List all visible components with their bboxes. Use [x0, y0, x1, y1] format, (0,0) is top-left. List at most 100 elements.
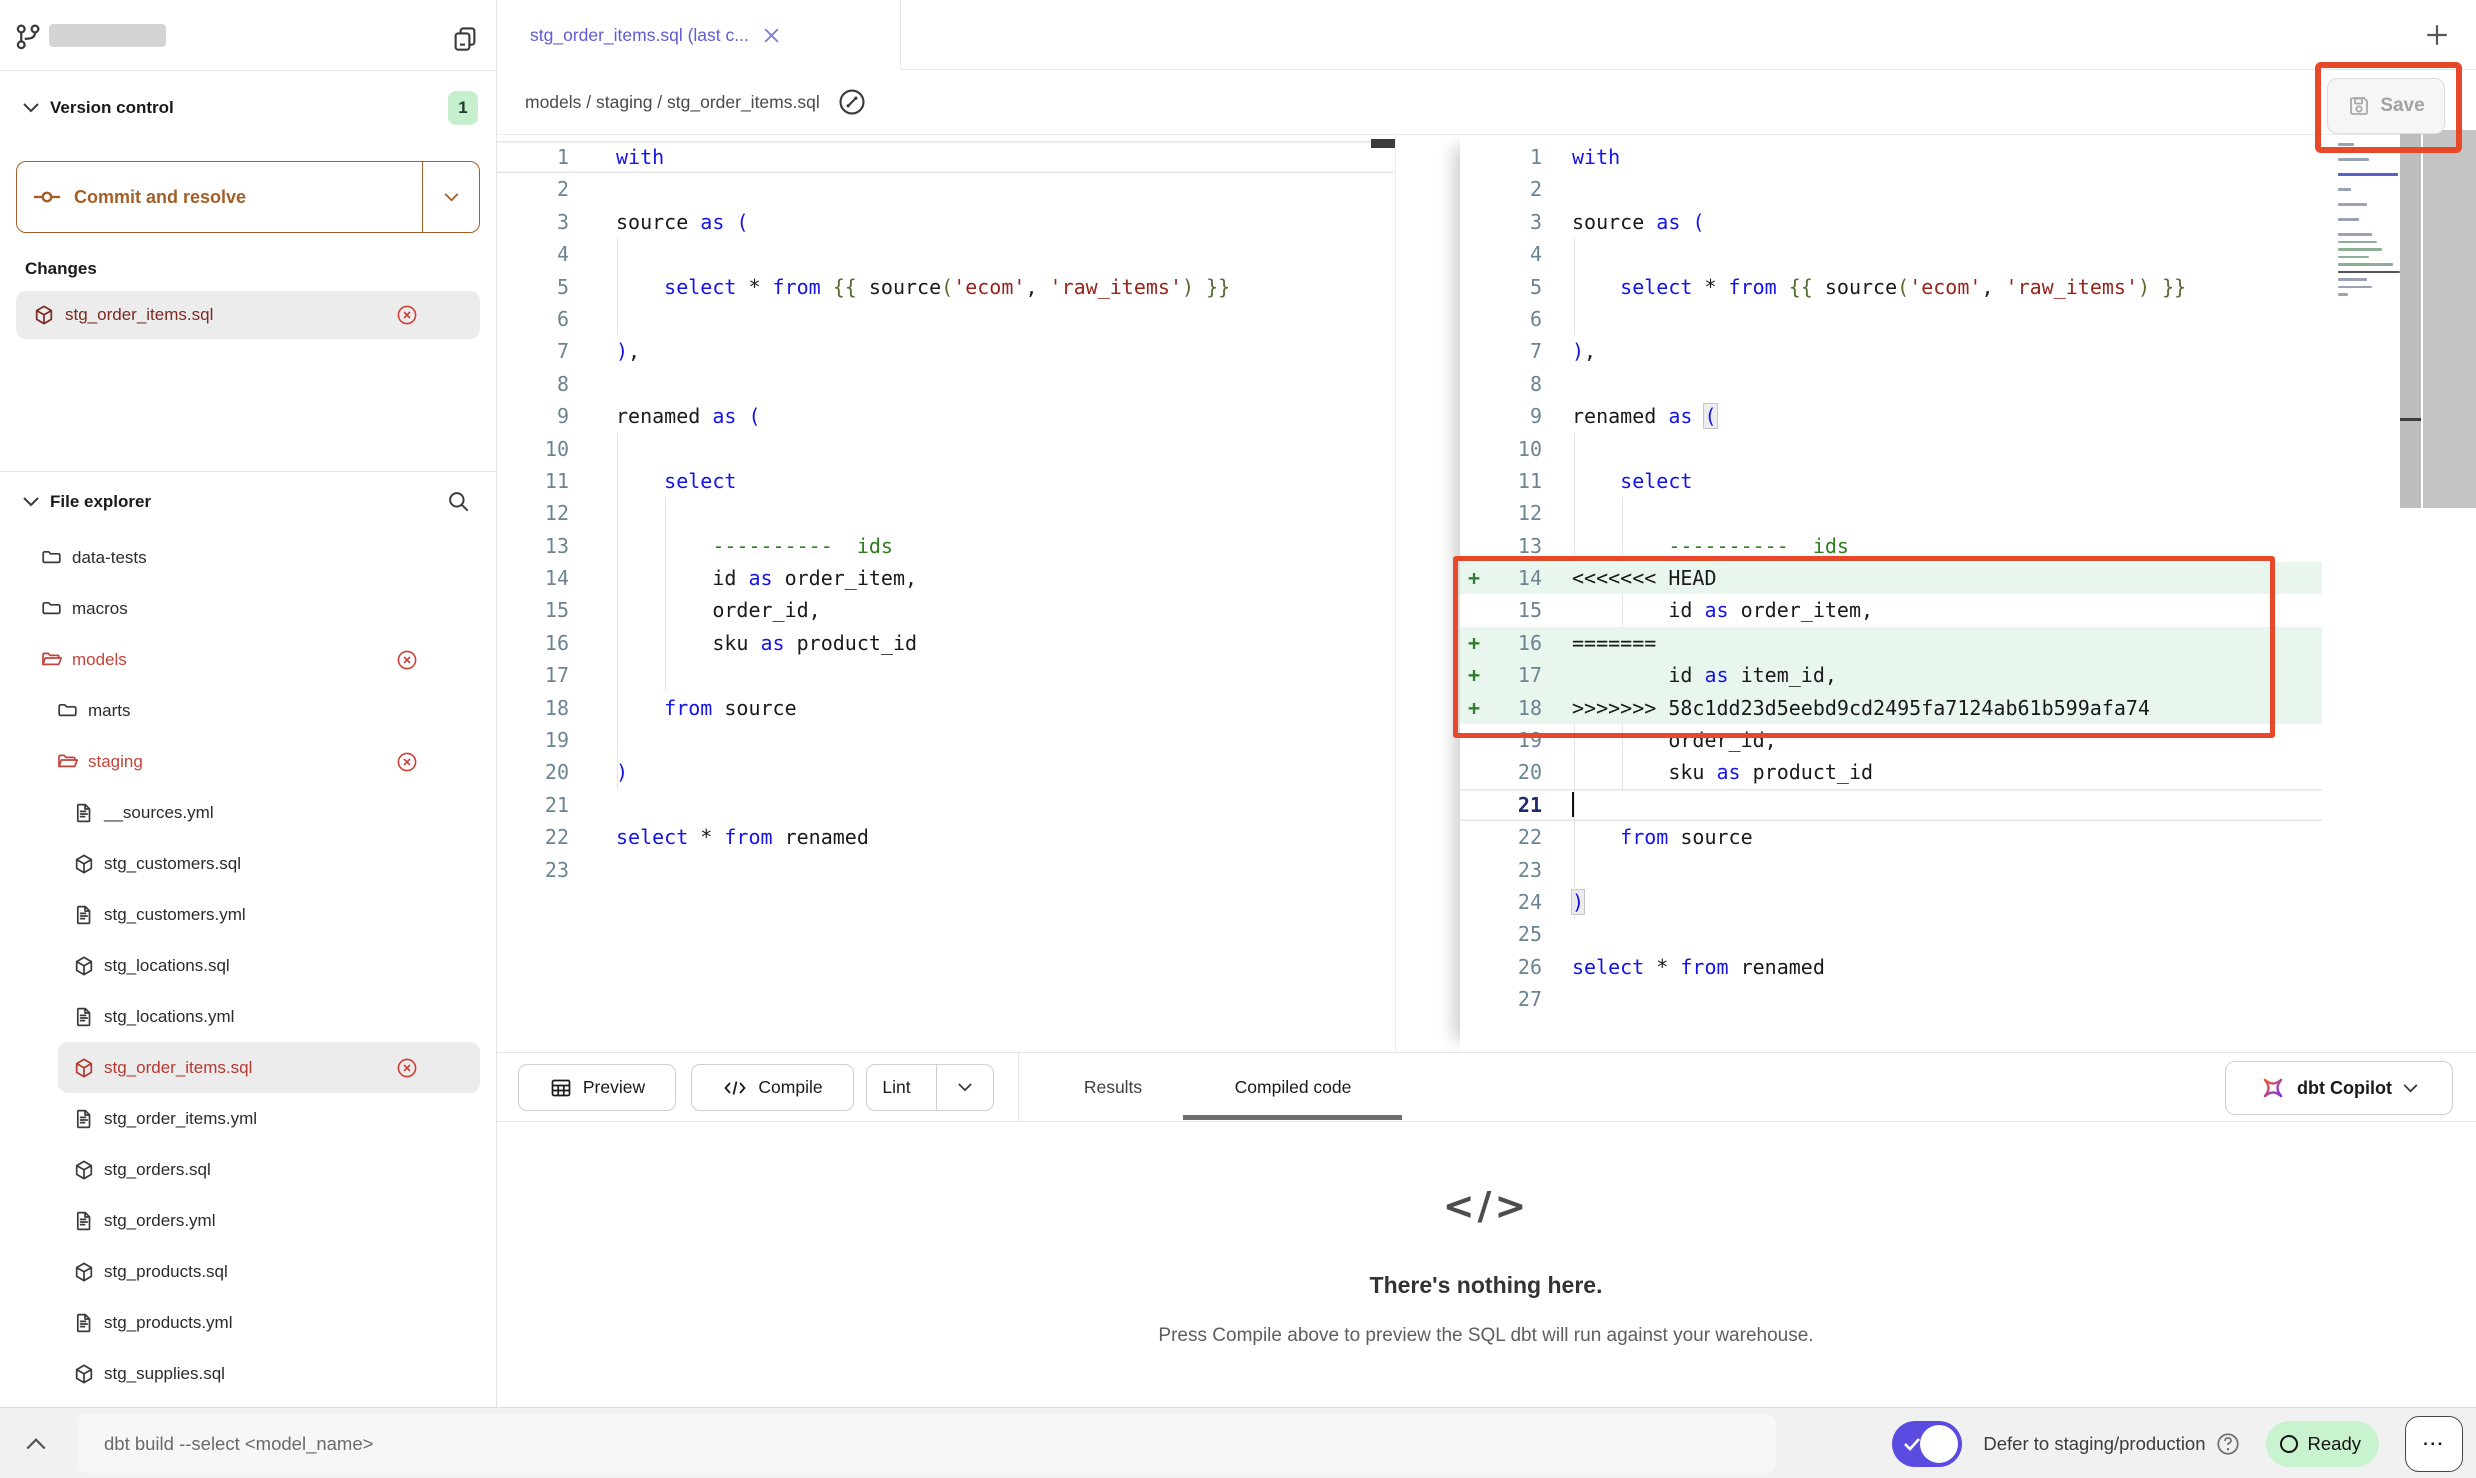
code-line-4[interactable]: 4	[1460, 238, 2322, 270]
code-line-2[interactable]: 2	[497, 173, 1395, 205]
code-line-13[interactable]: 13 ---------- ids	[497, 530, 1395, 562]
scrollbar-thumb[interactable]	[1371, 139, 1395, 148]
code-line-1[interactable]: 1with	[497, 141, 1395, 173]
code-line-3[interactable]: 3source as (	[497, 206, 1395, 238]
code-line-3[interactable]: 3source as (	[1460, 206, 2322, 238]
code-line-10[interactable]: 10	[1460, 433, 2322, 465]
code-line-1[interactable]: 1with	[1460, 141, 2322, 173]
code-line-9[interactable]: 9renamed as (	[1460, 400, 2322, 432]
discard-change-icon[interactable]	[395, 648, 419, 672]
discard-change-icon[interactable]	[395, 303, 419, 327]
editor-minimap[interactable]	[2338, 143, 2404, 301]
code-line-25[interactable]: 25	[1460, 918, 2322, 950]
code-line-26[interactable]: 26select * from renamed	[1460, 951, 2322, 983]
chevron-up-icon[interactable]	[26, 1437, 46, 1450]
tree-item-stg-locations-sql[interactable]: stg_locations.sql	[16, 940, 480, 991]
dbt-command-input[interactable]: dbt build --select <model_name>	[78, 1414, 1776, 1473]
status-badge[interactable]: Ready	[2266, 1421, 2379, 1467]
code-line-7[interactable]: 7),	[497, 335, 1395, 367]
tree-item-stg-locations-yml[interactable]: stg_locations.yml	[16, 991, 480, 1042]
code-line-18[interactable]: +18>>>>>>> 58c1dd23d5eebd9cd2495fa7124ab…	[1460, 692, 2322, 724]
tree-item-stg-supplies-sql[interactable]: stg_supplies.sql	[16, 1348, 480, 1399]
code-line-23[interactable]: 23	[497, 854, 1395, 886]
tree-item-macros[interactable]: macros	[16, 583, 480, 634]
code-line-2[interactable]: 2	[1460, 173, 2322, 205]
code-line-17[interactable]: 17	[497, 659, 1395, 691]
code-line-12[interactable]: 12	[1460, 497, 2322, 529]
close-icon[interactable]	[763, 27, 780, 44]
tree-item-data-tests[interactable]: data-tests	[16, 532, 480, 583]
tab-stg-order-items[interactable]: stg_order_items.sql (last c...	[497, 0, 901, 70]
code-line-23[interactable]: 23	[1460, 854, 2322, 886]
compile-button[interactable]: Compile	[691, 1064, 854, 1111]
code-line-6[interactable]: 6	[1460, 303, 2322, 335]
commit-and-resolve-button[interactable]: Commit and resolve	[16, 161, 480, 233]
changed-file-item[interactable]: stg_order_items.sql	[16, 291, 480, 339]
code-line-19[interactable]: 19 order_id,	[1460, 724, 2322, 756]
tree-item-stg-order-items-yml[interactable]: stg_order_items.yml	[16, 1093, 480, 1144]
lint-dropdown-button[interactable]	[936, 1065, 993, 1110]
code-line-24[interactable]: 24)	[1460, 886, 2322, 918]
code-line-6[interactable]: 6	[497, 303, 1395, 335]
file-explorer-section-header[interactable]: File explorer	[0, 472, 496, 532]
code-line-9[interactable]: 9renamed as (	[497, 400, 1395, 432]
tree-item--sources-yml[interactable]: __sources.yml	[16, 787, 480, 838]
code-line-16[interactable]: +16=======	[1460, 627, 2322, 659]
code-line-5[interactable]: 5 select * from {{ source('ecom', 'raw_i…	[1460, 271, 2322, 303]
dbt-copilot-button[interactable]: dbt Copilot	[2225, 1061, 2453, 1115]
tree-item-models[interactable]: models	[16, 634, 480, 685]
tab-compiled-code[interactable]: Compiled code	[1235, 1053, 1352, 1121]
code-line-27[interactable]: 27	[1460, 983, 2322, 1015]
code-line-7[interactable]: 7),	[1460, 335, 2322, 367]
editor-pane-current[interactable]: 1with23source as (45 select * from {{ so…	[1460, 135, 2476, 1052]
code-line-13[interactable]: 13 ---------- ids	[1460, 530, 2322, 562]
minimap-slider[interactable]	[2400, 130, 2421, 508]
code-line-18[interactable]: 18 from source	[497, 692, 1395, 724]
code-line-12[interactable]: 12	[497, 497, 1395, 529]
help-icon[interactable]	[2215, 1431, 2241, 1457]
overflow-menu-button[interactable]: ...	[2405, 1416, 2463, 1472]
code-line-8[interactable]: 8	[1460, 368, 2322, 400]
tree-item-stg-products-sql[interactable]: stg_products.sql	[16, 1246, 480, 1297]
code-line-19[interactable]: 19	[497, 724, 1395, 756]
code-line-20[interactable]: 20 sku as product_id	[1460, 756, 2322, 788]
code-line-17[interactable]: +17 id as item_id,	[1460, 659, 2322, 691]
tree-item-stg-customers-yml[interactable]: stg_customers.yml	[16, 889, 480, 940]
code-line-4[interactable]: 4	[497, 238, 1395, 270]
code-line-21[interactable]: 21	[1460, 789, 2322, 821]
code-line-11[interactable]: 11 select	[497, 465, 1395, 497]
preview-button[interactable]: Preview	[518, 1064, 676, 1111]
code-line-20[interactable]: 20)	[497, 756, 1395, 788]
copy-files-icon[interactable]	[450, 24, 480, 54]
version-control-section-header[interactable]: Version control 1	[0, 71, 496, 145]
code-line-5[interactable]: 5 select * from {{ source('ecom', 'raw_i…	[497, 271, 1395, 303]
code-line-15[interactable]: 15 order_id,	[497, 594, 1395, 626]
code-line-22[interactable]: 22 from source	[1460, 821, 2322, 853]
save-button[interactable]: Save	[2327, 78, 2445, 134]
discard-change-icon[interactable]	[395, 1056, 419, 1080]
code-line-16[interactable]: 16 sku as product_id	[497, 627, 1395, 659]
lint-button[interactable]: Lint	[866, 1064, 994, 1111]
code-line-14[interactable]: +14<<<<<<< HEAD	[1460, 562, 2322, 594]
code-line-11[interactable]: 11 select	[1460, 465, 2322, 497]
discard-change-icon[interactable]	[395, 750, 419, 774]
tree-item-marts[interactable]: marts	[16, 685, 480, 736]
code-line-15[interactable]: 15 id as order_item,	[1460, 594, 2322, 626]
code-line-21[interactable]: 21	[497, 789, 1395, 821]
tree-item-stg-order-items-sql[interactable]: stg_order_items.sql	[58, 1042, 480, 1093]
commit-dropdown-button[interactable]	[422, 162, 479, 232]
tree-item-stg-orders-yml[interactable]: stg_orders.yml	[16, 1195, 480, 1246]
search-icon[interactable]	[446, 489, 472, 515]
defer-toggle[interactable]	[1892, 1421, 1962, 1467]
tree-item-stg-customers-sql[interactable]: stg_customers.sql	[16, 838, 480, 889]
new-tab-plus-icon[interactable]	[2424, 22, 2450, 48]
code-line-10[interactable]: 10	[497, 433, 1395, 465]
tab-results[interactable]: Results	[1084, 1053, 1142, 1121]
editor-pane-last-commit[interactable]: 1with23source as (45 select * from {{ so…	[497, 135, 1396, 1052]
tree-item-stg-orders-sql[interactable]: stg_orders.sql	[16, 1144, 480, 1195]
lineage-compass-icon[interactable]	[836, 86, 868, 118]
code-line-8[interactable]: 8	[497, 368, 1395, 400]
scrollbar-track[interactable]	[2423, 130, 2476, 508]
tree-item-stg-products-yml[interactable]: stg_products.yml	[16, 1297, 480, 1348]
code-line-22[interactable]: 22select * from renamed	[497, 821, 1395, 853]
